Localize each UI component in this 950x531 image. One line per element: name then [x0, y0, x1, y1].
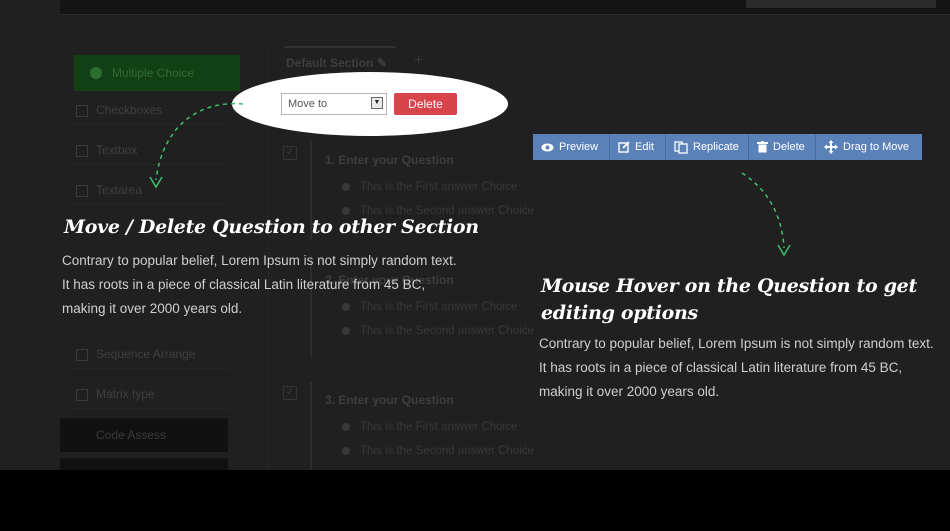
arrow-right-curve — [741, 172, 785, 249]
annotation-right-title-line1: Mouse Hover on the Question to get — [541, 275, 917, 297]
annotation-right-title-line2: editing options — [541, 302, 698, 324]
arrow-right-head — [777, 244, 791, 257]
annotation-left-title: Move / Delete Question to other Section — [64, 216, 479, 238]
arrow-left-head — [149, 176, 163, 189]
annotation-right-body: Contrary to popular belief, Lorem Ipsum … — [539, 336, 934, 399]
arrow-left-curve — [155, 102, 244, 181]
tutorial-overlay: Multiple Choice Checkboxes Textbox Texta… — [0, 0, 950, 470]
annotation-left-body: Contrary to popular belief, Lorem Ipsum … — [62, 253, 457, 316]
